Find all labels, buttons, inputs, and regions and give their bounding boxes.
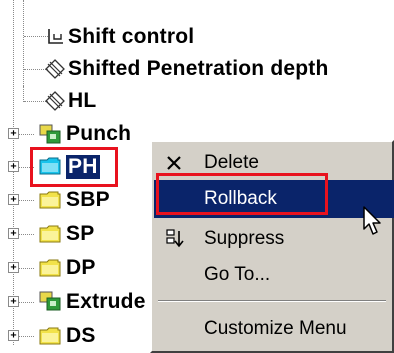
tree-connector xyxy=(18,200,34,201)
expand-icon[interactable]: + xyxy=(8,330,19,341)
tree-connector xyxy=(18,134,34,135)
tree-item-label: Shift control xyxy=(68,25,195,48)
menu-item-label: Customize Menu xyxy=(204,318,347,339)
menu-item-label: Delete xyxy=(204,152,259,173)
tree-item-label: DS xyxy=(66,324,96,347)
expand-icon[interactable]: + xyxy=(8,128,19,139)
menu-item-label: Suppress xyxy=(204,228,285,249)
tree-connector xyxy=(24,36,48,37)
tree-line xyxy=(23,0,24,90)
tree-item-label: Punch xyxy=(66,122,132,145)
tree-item-label: Extrude xyxy=(66,290,146,313)
tree-item[interactable]: HL xyxy=(68,84,96,118)
tree-connector xyxy=(18,302,34,303)
penetration-depth-icon xyxy=(45,59,65,79)
annotation-highlight-box xyxy=(156,173,328,215)
penetration-depth-icon xyxy=(45,91,65,111)
context-menu: Delete Rollback Suppress Go To... Custom… xyxy=(150,140,394,353)
expand-icon[interactable]: + xyxy=(8,228,19,239)
folder-icon xyxy=(39,327,61,345)
menu-item-label: Go To... xyxy=(204,264,271,285)
tree-line xyxy=(23,86,24,102)
expand-icon[interactable]: + xyxy=(8,262,19,273)
tree-item[interactable]: DP xyxy=(66,251,96,285)
folder-icon xyxy=(39,259,61,277)
folder-icon xyxy=(39,225,61,243)
expand-icon[interactable]: + xyxy=(8,194,19,205)
tree-item[interactable]: SBP xyxy=(66,183,110,217)
delete-x-icon xyxy=(167,156,181,170)
tree-connector xyxy=(18,336,34,337)
tree-item[interactable]: SP xyxy=(66,217,94,251)
suppress-icon xyxy=(166,229,184,248)
tree-item[interactable]: Punch xyxy=(66,117,131,151)
tree-connector xyxy=(18,234,34,235)
expand-icon[interactable]: + xyxy=(8,161,19,172)
mouse-pointer-icon xyxy=(363,206,381,235)
annotation-highlight-box xyxy=(30,147,118,187)
tree-item-label: DP xyxy=(66,256,96,279)
menu-separator xyxy=(158,300,386,302)
feature-icon xyxy=(39,124,61,144)
tree-item-label: Shifted Penetration depth xyxy=(68,57,329,80)
tree-line xyxy=(13,0,14,345)
folder-icon xyxy=(39,191,61,209)
tree-item[interactable]: Shift control xyxy=(68,20,194,54)
menu-item-go-to[interactable]: Go To... xyxy=(154,256,394,294)
shift-control-icon xyxy=(48,29,63,44)
menu-item-customize-menu[interactable]: Customize Menu xyxy=(154,310,394,348)
menu-item-suppress[interactable]: Suppress xyxy=(154,220,394,258)
tree-item[interactable]: DS xyxy=(66,319,96,353)
tree-item[interactable]: Extrude xyxy=(66,285,146,319)
tree-item-label: SBP xyxy=(66,188,110,211)
feature-icon xyxy=(39,291,61,311)
tree-connector xyxy=(18,268,34,269)
tree-item-label: HL xyxy=(68,89,97,112)
tree-item[interactable]: Shifted Penetration depth xyxy=(68,52,329,86)
expand-icon[interactable]: + xyxy=(8,296,19,307)
tree-item-label: SP xyxy=(66,222,95,245)
